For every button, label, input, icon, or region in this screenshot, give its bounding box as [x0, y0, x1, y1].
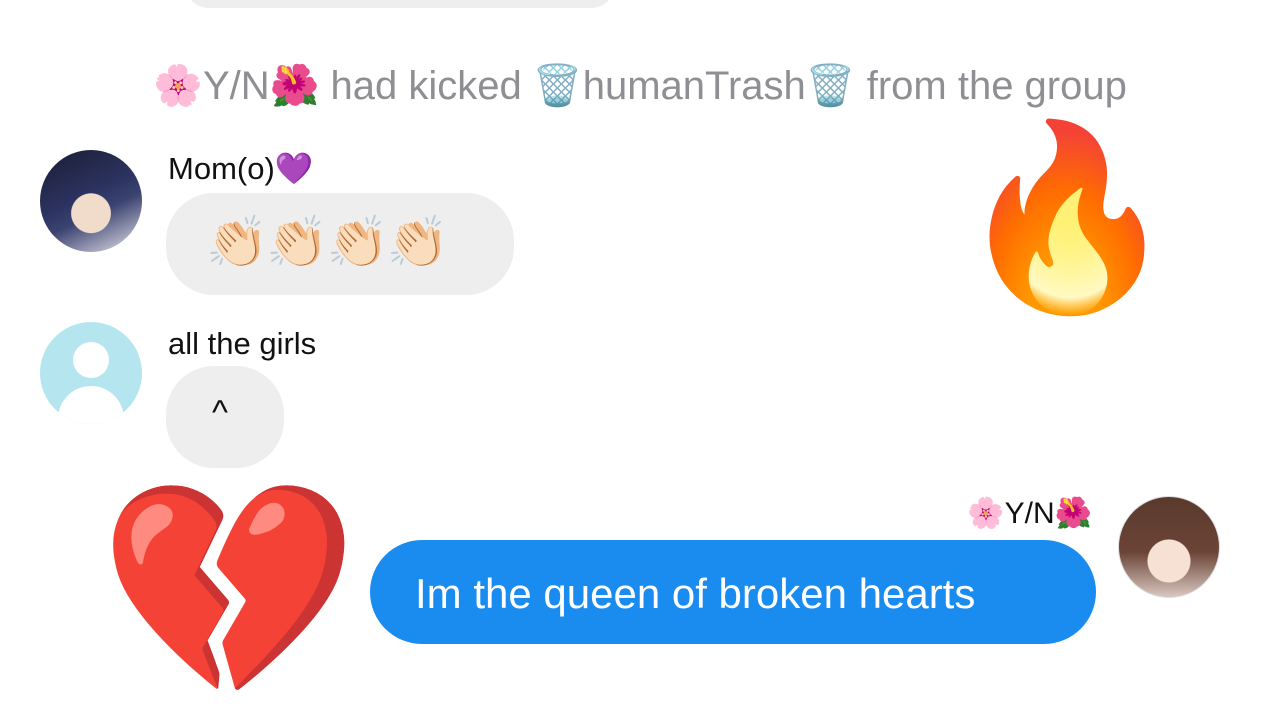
sender-name: Mom(o)💜 [168, 151, 314, 186]
cherry-blossom-icon: 🌸 [153, 64, 203, 108]
fire-icon: 🔥 [955, 117, 1180, 318]
default-avatar[interactable] [40, 322, 142, 424]
broken-heart-icon: 💔 [98, 473, 360, 708]
trash-can-icon: 🗑️ [532, 64, 583, 108]
trash-can-icon: 🗑️ [805, 64, 856, 108]
system-action-text: had kicked [319, 64, 533, 108]
clapping-hands-icon: 👏🏻👏🏻👏🏻👏🏻 [206, 214, 449, 270]
outgoing-message-bubble[interactable]: Im the queen of broken hearts [370, 540, 1096, 644]
sender-name: all the girls [168, 326, 317, 361]
system-message: 🌸Y/N🌺 had kicked 🗑️humanTrash🗑️ from the… [0, 62, 1280, 109]
message-bubble[interactable]: 👏🏻👏🏻👏🏻👏🏻 [166, 193, 514, 295]
avatar-head-shape [73, 342, 109, 378]
target-name: humanTrash [582, 64, 806, 108]
message-bubble[interactable]: ^ [166, 366, 284, 468]
sender-name: 🌸Y/N🌺 [967, 497, 1092, 530]
actor-name: Y/N [202, 64, 270, 108]
system-suffix-text: from the group [855, 64, 1127, 108]
avatar[interactable] [1118, 496, 1220, 598]
avatar-body-shape [58, 386, 124, 424]
avatar[interactable] [40, 150, 142, 252]
previous-message-bubble [185, 0, 615, 8]
hibiscus-icon: 🌺 [269, 64, 320, 108]
message-text: Im the queen of broken hearts [415, 570, 976, 617]
message-text: ^ [212, 394, 228, 432]
